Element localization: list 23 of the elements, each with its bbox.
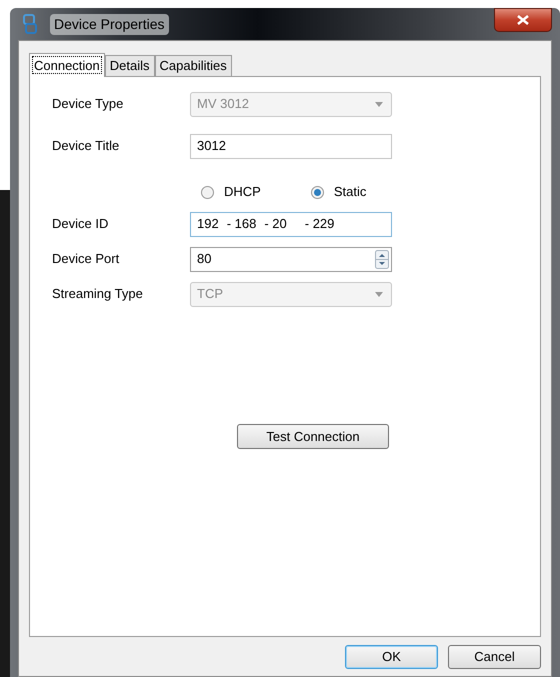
dialog-button[interactable]: OK	[345, 645, 438, 669]
tab[interactable]: Details	[104, 55, 155, 76]
dialog-button[interactable]: Cancel	[448, 645, 541, 669]
tab[interactable]: Connection	[29, 53, 105, 77]
field-label: Device Title	[52, 137, 120, 156]
caret-icon	[375, 102, 383, 106]
close-icon	[517, 15, 529, 25]
tab[interactable]: Capabilities	[154, 55, 232, 76]
radio-button[interactable]: Static	[310, 182, 366, 202]
window-title: Device Properties	[50, 14, 168, 34]
field-label: Device Port	[52, 250, 120, 268]
field-label: Device Type	[52, 95, 124, 114]
spinner-icon[interactable]	[375, 250, 389, 268]
ip-address-field[interactable]: 192 - 168 - 20 - 229	[190, 212, 392, 236]
radio-button[interactable]: DHCP	[201, 182, 261, 202]
field-label: Device ID	[52, 215, 110, 234]
field-label: Streaming Type	[52, 285, 144, 304]
device-icon	[22, 13, 38, 35]
close-button[interactable]	[494, 8, 552, 32]
test-connection-button[interactable]: Test Connection	[237, 424, 389, 449]
text-field[interactable]: 3012	[190, 134, 392, 158]
number-field[interactable]: 80	[190, 246, 392, 272]
caret-icon	[375, 292, 383, 296]
